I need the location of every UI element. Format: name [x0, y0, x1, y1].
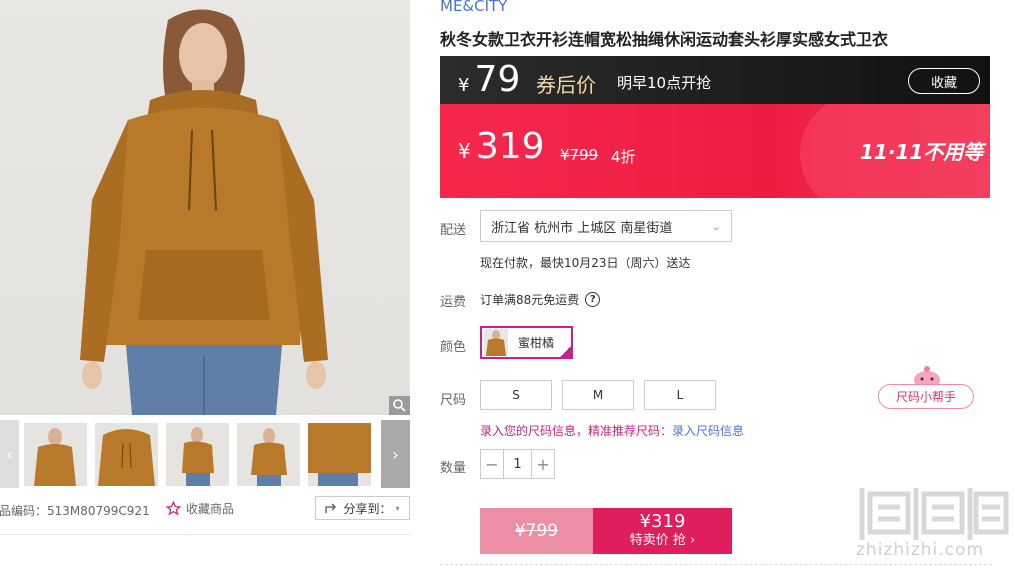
size-label: 尺码	[440, 393, 467, 408]
size-option-l[interactable]: L	[644, 380, 716, 410]
size-option-s[interactable]: S	[480, 380, 552, 410]
delivery-label: 配送	[440, 223, 467, 238]
chevron-right-icon: ›	[392, 444, 399, 464]
quantity-value[interactable]: 1	[503, 450, 532, 478]
decrease-button[interactable]: −	[481, 450, 503, 478]
zoom-button[interactable]	[389, 396, 410, 415]
increase-button[interactable]: +	[532, 450, 554, 478]
thumbnail-4[interactable]	[237, 423, 300, 486]
thumbnail-image	[34, 428, 76, 486]
thumbnail-image	[182, 427, 214, 486]
buy-now-button[interactable]: ¥319 特卖价 抢 ›	[593, 508, 732, 554]
shipping-info: 订单满88元免运费 ?	[480, 291, 601, 308]
thumbnail-1[interactable]	[24, 423, 87, 486]
size-helper-button[interactable]: 尺码小帮手	[878, 384, 974, 409]
buy-original-price: ¥799	[480, 508, 593, 554]
discount-text: 4折	[611, 148, 636, 166]
collect-button[interactable]: 收藏	[908, 68, 980, 94]
quantity-label: 数量	[440, 461, 467, 476]
watermark-site: zhizhizhi.com	[856, 540, 984, 560]
share-button[interactable]: 分享到： ▾	[315, 496, 410, 520]
sku-text: 商品编码：513M80799C921	[0, 504, 150, 518]
coupon-banner: ¥ 79 券后价 明早10点开抢 收藏	[440, 56, 990, 104]
star-icon	[166, 501, 181, 516]
product-page: ‹ › 商品编码：513M80799C921 收藏商品 分享到： ▾ ME&CI…	[0, 0, 1013, 567]
buy-bar: ¥799 ¥319 特卖价 抢 ›	[480, 508, 732, 554]
divider	[0, 534, 410, 535]
chevron-left-icon: ‹	[6, 444, 13, 464]
shipping-label: 运费	[440, 295, 467, 310]
thumbnail-image	[308, 423, 371, 486]
thumb-next-button[interactable]: ›	[381, 420, 410, 488]
caret-down-icon: ▾	[395, 503, 400, 513]
coupon-label: 券后价	[536, 73, 596, 97]
color-option-selected[interactable]: 蜜柑橘	[480, 326, 573, 359]
question-icon[interactable]: ?	[585, 292, 601, 307]
address-select[interactable]: 浙江省 杭州市 上城区 南星街道 ⌄	[480, 210, 732, 242]
size-option-m[interactable]: M	[562, 380, 634, 410]
thumbnail-5[interactable]	[308, 423, 371, 486]
share-icon	[325, 503, 337, 513]
share-label: 分享到：	[343, 501, 392, 516]
color-swatch	[484, 329, 508, 356]
currency-symbol: ¥	[458, 75, 470, 96]
size-entry-link[interactable]: 录入尺码信息	[672, 424, 744, 438]
thumb-prev-button[interactable]: ‹	[0, 420, 19, 488]
size-note: 录入您的尺码信息，精准推荐尺码：录入尺码信息	[480, 422, 744, 439]
favorite-label: 收藏商品	[186, 502, 235, 516]
favorite-button[interactable]: 收藏商品	[166, 500, 234, 517]
promo-text: 11·11不用等	[860, 140, 984, 164]
thumbnail-strip: ‹ ›	[0, 420, 410, 488]
color-name: 蜜柑橘	[518, 336, 555, 350]
magnifier-icon	[393, 399, 406, 412]
size-note-text: 录入您的尺码信息，精准推荐尺码：	[480, 424, 673, 438]
quantity-stepper: − 1 +	[480, 449, 555, 479]
model-illustration	[80, 9, 328, 415]
thumbnail-2[interactable]	[95, 423, 158, 486]
thumbnail-image	[251, 428, 287, 486]
original-price: ¥799	[560, 146, 599, 164]
arrival-text: 现在付款，最快10月23日（周六）送达	[480, 256, 691, 270]
sale-price-value: 319	[475, 126, 545, 167]
color-label: 颜色	[440, 340, 467, 355]
thumbnail-image	[98, 429, 155, 486]
coupon-price: ¥ 79	[458, 60, 520, 100]
coupon-time: 明早10点开抢	[617, 74, 712, 92]
selected-check-icon	[557, 345, 573, 359]
swatch-image	[486, 330, 506, 356]
gallery-meta: 商品编码：513M80799C921 收藏商品 分享到： ▾	[0, 496, 410, 522]
main-product-image[interactable]	[0, 0, 410, 415]
shipping-text: 订单满88元免运费	[480, 293, 580, 307]
product-title: 秋冬女款卫衣开衫连帽宽松抽绳休闲运动套头衫厚实感女式卫衣	[440, 30, 889, 49]
buy-action-label: 特卖价 抢 ›	[629, 533, 696, 548]
brand-link[interactable]: ME&CITY	[440, 0, 507, 15]
coupon-price-value: 79	[474, 59, 521, 100]
chevron-down-icon: ⌄	[711, 219, 721, 233]
address-value: 浙江省 杭州市 上城区 南星街道	[491, 220, 673, 236]
buy-price: ¥319	[639, 511, 686, 532]
price-banner: ¥ 319 ¥799 4折 11·11不用等	[440, 104, 990, 198]
thumbnail-3[interactable]	[166, 423, 229, 486]
currency-symbol: ¥	[458, 139, 471, 163]
sale-price: ¥ 319	[458, 126, 545, 167]
